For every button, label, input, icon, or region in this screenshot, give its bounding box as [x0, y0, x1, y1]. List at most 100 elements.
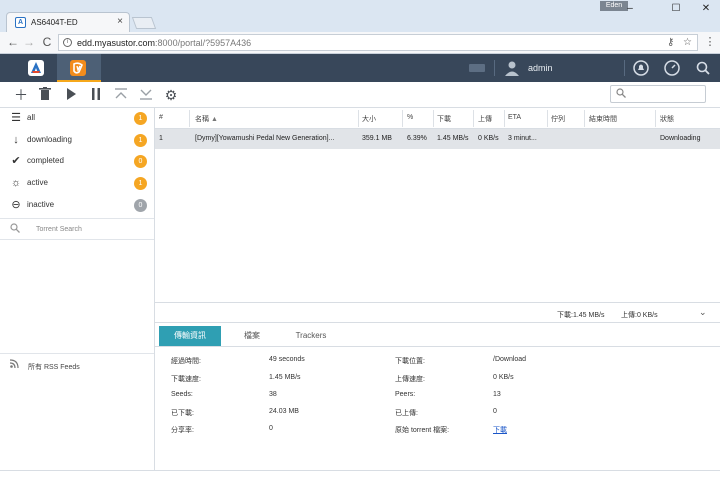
bottom-bar — [0, 470, 720, 495]
table-row[interactable]: 1 [Dymy][Yowamushi Pedal New Generation]… — [155, 129, 720, 149]
new-tab-button[interactable] — [131, 17, 157, 29]
sidebar-item-label: all — [27, 113, 36, 122]
minimize-button[interactable]: – — [618, 2, 642, 16]
sidebar-item-completed[interactable]: ✔ completed 0 — [0, 151, 154, 172]
play-icon[interactable] — [63, 87, 79, 103]
username-label[interactable]: admin — [528, 63, 553, 73]
forward-arrow-icon[interactable]: → — [22, 35, 36, 49]
column-header-status[interactable]: 狀態 — [660, 114, 674, 124]
minus-circle-icon: ⊖ — [11, 199, 21, 211]
elapsed-time-label: 經過時間: — [171, 358, 201, 365]
sidebar-item-inactive[interactable]: ⊖ inactive 0 — [0, 195, 154, 216]
uploaded-label: 已上傳: — [395, 410, 418, 417]
column-header-download[interactable]: 下載 — [437, 114, 451, 124]
download-center-button[interactable] — [57, 54, 101, 82]
torrent-search-field[interactable]: Torrent Search — [0, 218, 154, 240]
star-icon[interactable]: ☆ — [683, 37, 692, 48]
rss-feeds-item[interactable]: 所有 RSS Feeds — [0, 353, 154, 377]
torrent-filter-input[interactable] — [610, 85, 706, 103]
column-header-end-time[interactable]: 結束時間 — [589, 114, 617, 124]
settings-gear-icon[interactable]: ⚙ — [163, 87, 179, 103]
peers-label: Peers: — [395, 391, 416, 398]
sidebar-item-downloading[interactable]: ↓ downloading 1 — [0, 130, 154, 151]
sidebar-item-all[interactable]: ☰ all 1 — [0, 108, 154, 129]
ratio-value: 0 — [269, 425, 273, 432]
column-divider — [655, 110, 656, 127]
back-arrow-icon[interactable]: ← — [6, 35, 20, 49]
search-icon — [10, 223, 20, 236]
torrent-file-label: 原始 torrent 檔案: — [395, 427, 450, 434]
maximize-button[interactable]: ☐ — [664, 2, 688, 16]
reload-icon[interactable]: C — [40, 35, 54, 49]
torrent-file-download-link[interactable]: 下載 — [493, 425, 507, 435]
sidebar: ☰ all 1 ↓ downloading 1 ✔ completed 0 ☼ … — [0, 108, 155, 470]
pause-icon[interactable] — [88, 87, 104, 103]
arrow-down-icon: ↓ — [13, 134, 19, 146]
asustor-logo-icon — [28, 60, 44, 76]
sun-icon: ☼ — [10, 177, 22, 189]
notification-icon[interactable] — [632, 60, 650, 76]
dashboard-gauge-icon[interactable] — [663, 60, 681, 76]
tab-transfer-info[interactable]: 傳輸資訊 — [159, 326, 221, 346]
upload-speed-label: 上傳速度: — [395, 376, 425, 383]
sidebar-item-label: active — [27, 178, 48, 187]
browser-tab[interactable]: A AS6404T-ED × — [6, 12, 130, 32]
column-header-name[interactable]: 名稱 ▲ — [195, 114, 218, 124]
table-header: # 名稱 ▲ 大小 % 下載 上傳 ETA 佇列 結束時間 狀態 — [155, 108, 720, 129]
cell-size: 359.1 MB — [362, 135, 392, 142]
column-header-index[interactable]: # — [159, 114, 163, 121]
adm-home-button[interactable] — [15, 54, 59, 82]
rss-feeds-label: 所有 RSS Feeds — [28, 364, 80, 371]
browser-titlebar: A AS6404T-ED × Eden – ☐ ✕ — [0, 0, 720, 32]
sidebar-item-label: completed — [27, 156, 64, 165]
sidebar-item-active[interactable]: ☼ active 1 — [0, 173, 154, 194]
window-close-button[interactable]: ✕ — [694, 2, 718, 16]
close-icon[interactable]: × — [117, 16, 123, 27]
move-bottom-icon[interactable] — [138, 87, 154, 103]
info-icon[interactable]: i — [63, 38, 72, 47]
chevron-down-icon[interactable]: ⌄ — [699, 307, 707, 318]
downloaded-value: 24.03 MB — [269, 408, 299, 415]
address-bar-row: ← → C i edd.myasustor.com:8000/portal/?5… — [0, 32, 720, 54]
column-header-size[interactable]: 大小 — [362, 114, 376, 124]
details-panel: 傳輸資訊 檔案 Trackers 經過時間: 49 seconds 下載速度: … — [155, 323, 720, 470]
search-icon[interactable] — [694, 60, 712, 76]
keyboard-icon[interactable] — [469, 64, 485, 72]
add-torrent-icon[interactable]: ＋ — [13, 87, 29, 103]
url-text: edd.myasustor.com:8000/portal/?5957A436 — [77, 38, 251, 48]
list-icon: ☰ — [11, 112, 21, 124]
menu-icon[interactable]: ⋮ — [703, 35, 717, 49]
count-badge: 1 — [134, 112, 147, 125]
ratio-label: 分享率: — [171, 427, 194, 434]
tab-trackers[interactable]: Trackers — [283, 326, 339, 346]
column-header-eta[interactable]: ETA — [508, 114, 521, 121]
column-header-upload[interactable]: 上傳 — [478, 114, 492, 124]
column-divider — [547, 110, 548, 127]
url-field[interactable]: i edd.myasustor.com:8000/portal/?5957A43… — [58, 34, 698, 51]
url-host: edd.myasustor.com — [77, 38, 156, 48]
peers-value: 13 — [493, 391, 501, 398]
app-topbar: admin — [0, 54, 720, 82]
count-badge: 1 — [134, 134, 147, 147]
column-header-percent[interactable]: % — [407, 114, 413, 121]
seeds-label: Seeds: — [171, 391, 193, 398]
sidebar-item-label: downloading — [27, 135, 72, 144]
move-top-icon[interactable] — [113, 87, 129, 103]
upload-speed-value: 0 KB/s — [493, 374, 514, 381]
user-icon[interactable] — [503, 60, 521, 76]
sidebar-item-label: inactive — [27, 200, 55, 209]
cell-index: 1 — [159, 135, 163, 142]
column-header-queue[interactable]: 佇列 — [551, 114, 565, 124]
column-divider — [189, 110, 190, 127]
count-badge: 1 — [134, 177, 147, 190]
tab-files[interactable]: 檔案 — [221, 326, 283, 346]
toolbar: ＋ ⚙ — [0, 82, 720, 108]
separator — [624, 60, 625, 76]
key-icon[interactable]: ⚷ — [667, 37, 674, 48]
cell-upload-speed: 0 KB/s — [478, 135, 499, 142]
total-download-speed: 下載:1.45 MB/s — [557, 312, 605, 319]
downloaded-label: 已下載: — [171, 410, 194, 417]
cell-name: [Dymy][Yowamushi Pedal New Generation]..… — [195, 135, 335, 142]
delete-icon[interactable] — [37, 87, 53, 103]
asustor-favicon-icon: A — [15, 17, 26, 28]
